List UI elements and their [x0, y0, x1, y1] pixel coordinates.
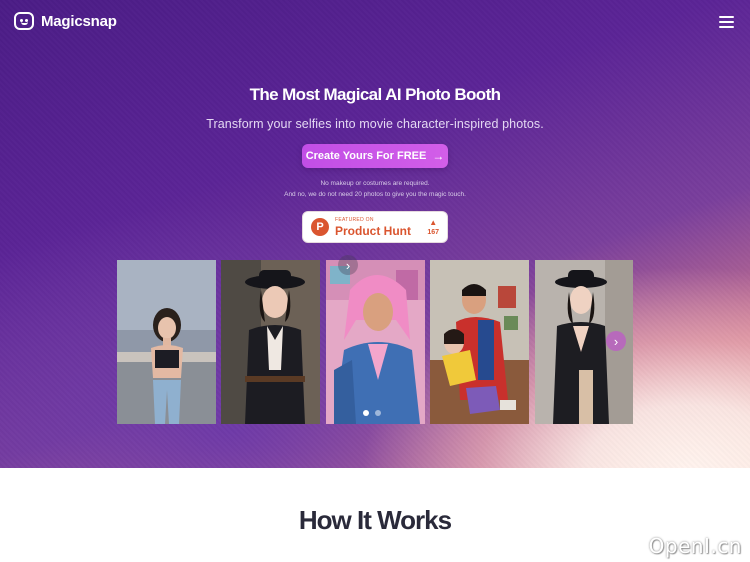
- triangle-up-icon: ▲: [429, 217, 438, 227]
- hamburger-menu-icon[interactable]: [719, 16, 734, 28]
- carousel-dot-2[interactable]: [375, 410, 381, 416]
- carousel-dots: [363, 410, 381, 416]
- featured-label: FEATURED ON: [335, 216, 374, 223]
- vote-count: 167: [427, 228, 439, 236]
- photo-cartoon-couple[interactable]: [430, 260, 529, 424]
- photo-gallery: [117, 260, 633, 424]
- hero-subtitle: Transform your selfies into movie charac…: [206, 117, 544, 131]
- photo-man-pink-hair[interactable]: [326, 260, 425, 424]
- brand-name: Magicsnap: [41, 12, 117, 30]
- product-hunt-logo-icon: P: [311, 218, 329, 236]
- hero-title: The Most Magical AI Photo Booth: [249, 85, 501, 104]
- product-hunt-badge[interactable]: P FEATURED ON Product Hunt ▲ 167: [302, 211, 448, 243]
- next-slide-button[interactable]: ›: [606, 331, 626, 351]
- watermark: OpenI.cn: [648, 534, 742, 558]
- carousel-dot-1[interactable]: [363, 410, 369, 416]
- product-hunt-name: Product Hunt: [335, 223, 411, 238]
- create-yours-button[interactable]: Create Yours For FREE →: [302, 144, 448, 168]
- photo-woman-jeans[interactable]: [117, 260, 216, 424]
- chevron-right-icon[interactable]: ›: [338, 255, 358, 275]
- note-line-1: No makeup or costumes are required.: [320, 180, 430, 187]
- brand[interactable]: Magicsnap: [14, 12, 117, 30]
- note-line-2: And no, we do not need 20 photos to give…: [284, 191, 466, 198]
- arrow-right-icon: →: [432, 149, 445, 163]
- smile-box-icon: [14, 12, 34, 30]
- cta-label: Create Yours For FREE: [305, 150, 427, 162]
- how-it-works-title: How It Works: [298, 505, 452, 535]
- photo-woman-black-hat[interactable]: [221, 260, 320, 424]
